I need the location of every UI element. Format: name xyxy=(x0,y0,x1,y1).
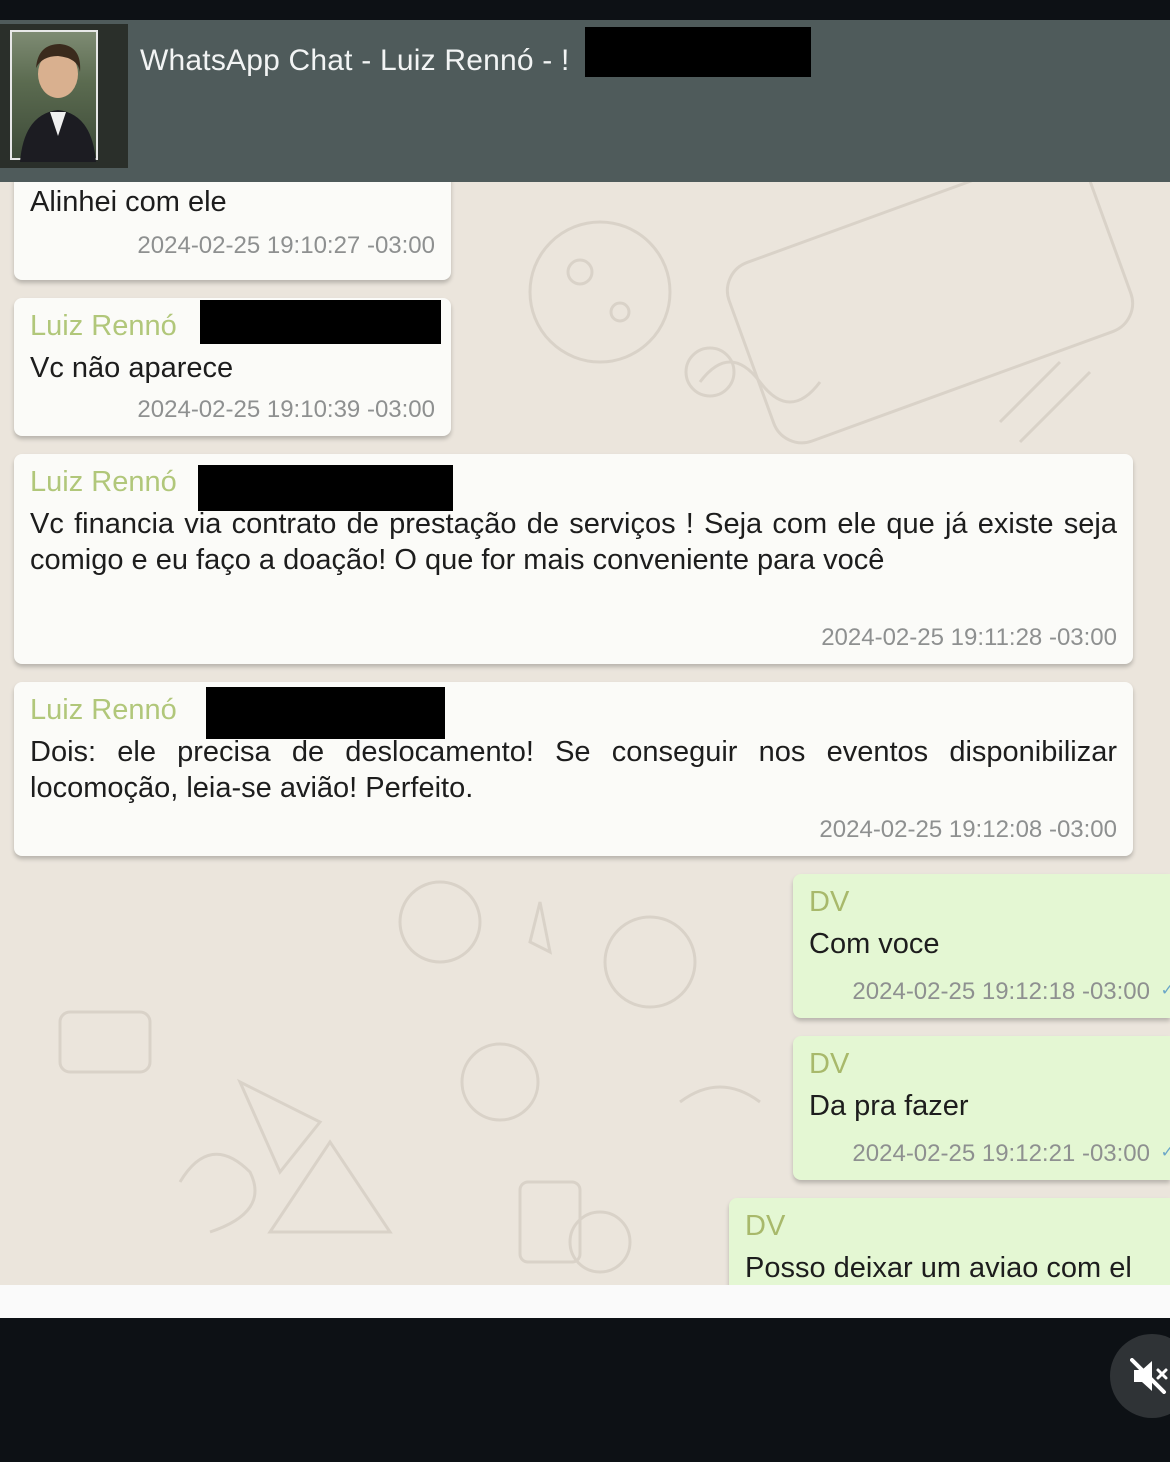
message-timestamp: 2024-02-25 19:12:21 -03:00 xyxy=(852,1140,1150,1167)
sender-name: DV xyxy=(809,886,850,918)
message-text: Posso deixar um aviao com el xyxy=(745,1252,1132,1284)
chat-title: WhatsApp Chat - Luiz Rennó - ! xyxy=(140,44,570,78)
message-timestamp: 2024-02-25 19:12:18 -03:00 xyxy=(852,978,1150,1005)
message-bubble-incoming[interactable]: Luiz Rennó Vc financia via contrato de p… xyxy=(14,454,1133,664)
message-text: Vc financia via contrato de prestação de… xyxy=(30,508,1117,576)
bottom-strip xyxy=(0,1285,1170,1318)
mute-button[interactable] xyxy=(1110,1334,1170,1418)
chat-header: WhatsApp Chat - Luiz Rennó - ! xyxy=(0,20,1170,182)
redaction-bar xyxy=(198,465,453,511)
sender-name: Luiz Rennó xyxy=(30,466,177,498)
speaker-muted-icon xyxy=(1130,1358,1168,1394)
message-text: Com voce xyxy=(809,928,940,960)
checkmark-icon: ✓ xyxy=(1160,982,1170,999)
message-bubble-incoming[interactable]: Alinhei com ele 2024-02-25 19:10:27 -03:… xyxy=(14,182,451,280)
message-bubble-outgoing[interactable]: DV Da pra fazer 2024-02-25 19:12:21 -03:… xyxy=(793,1036,1170,1180)
redaction-bar xyxy=(585,27,811,77)
avatar-photo xyxy=(10,30,98,162)
chat-title-text: WhatsApp Chat - Luiz Rennó - xyxy=(140,44,561,77)
message-bubble-outgoing[interactable]: DV Com voce 2024-02-25 19:12:18 -03:00 ✓ xyxy=(793,874,1170,1018)
contact-avatar[interactable] xyxy=(0,24,128,168)
sender-name: DV xyxy=(745,1210,786,1242)
message-text: Vc não aparece xyxy=(30,352,234,384)
person-photo-icon xyxy=(20,44,96,162)
message-text: Alinhei com ele xyxy=(30,186,227,218)
chat-area[interactable]: Alinhei com ele 2024-02-25 19:10:27 -03:… xyxy=(0,182,1170,1285)
message-timestamp: 2024-02-25 19:11:28 -03:00 xyxy=(821,624,1117,651)
message-text: Dois: ele precisa de deslocamento! Se co… xyxy=(30,736,1117,804)
message-timestamp: 2024-02-25 19:12:08 -03:00 xyxy=(819,816,1117,843)
sender-name: DV xyxy=(809,1048,850,1080)
screenshot-frame: WhatsApp Chat - Luiz Rennó - ! Alinhei c… xyxy=(0,0,1170,1462)
checkmark-icon: ✓ xyxy=(1160,1144,1170,1161)
message-bubble-incoming[interactable]: Luiz Rennó Vc não aparece 2024-02-25 19:… xyxy=(14,298,451,436)
message-bubble-outgoing[interactable]: DV Posso deixar um aviao com el xyxy=(729,1198,1170,1285)
redaction-bar xyxy=(206,687,445,739)
message-bubble-incoming[interactable]: Luiz Rennó Dois: ele precisa de deslocam… xyxy=(14,682,1133,856)
redaction-bar xyxy=(200,300,441,344)
message-timestamp: 2024-02-25 19:10:39 -03:00 xyxy=(137,396,435,423)
sender-name: Luiz Rennó xyxy=(30,694,177,726)
message-timestamp: 2024-02-25 19:10:27 -03:00 xyxy=(137,232,435,259)
message-text: Da pra fazer xyxy=(809,1090,969,1122)
sender-name: Luiz Rennó xyxy=(30,310,177,342)
chat-title-suffix: ! xyxy=(561,44,570,77)
